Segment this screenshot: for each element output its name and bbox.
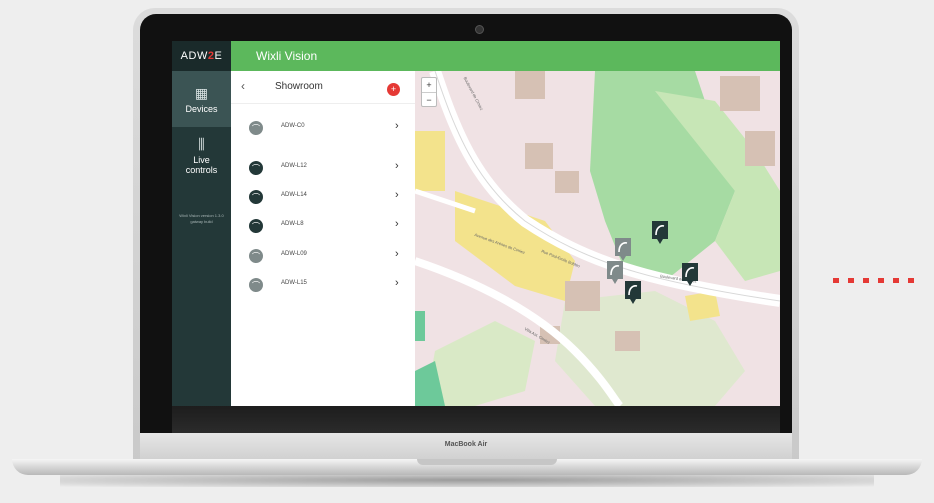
logo-text: ADW [180, 50, 208, 62]
device-name: ADW-L15 [281, 280, 307, 286]
sidebar-item-label: Live controls [185, 154, 218, 175]
device-name: ADW-C0 [281, 123, 305, 129]
device-row[interactable]: ⌒ ADW-L12 › [231, 157, 415, 181]
app-screen: ADW2E ▦ Devices ⫼ Live controls Wixli Vi… [172, 41, 780, 406]
device-row[interactable]: ⌒ ADW-L8 › [231, 215, 415, 239]
camera-icon [475, 25, 484, 34]
add-device-button[interactable]: + [387, 83, 400, 96]
app-header: Wixli Vision [231, 41, 780, 71]
back-button[interactable]: ‹ [241, 79, 245, 93]
map-canvas [415, 71, 780, 406]
chevron-right-icon: › [395, 248, 399, 260]
version-text: Wixli Vision version 1.3.0 gatway build [179, 213, 224, 224]
decorative-dots [833, 270, 933, 283]
zoom-out-button[interactable]: − [422, 93, 436, 107]
laptop-chin: MacBook Air [140, 433, 792, 461]
lamp-marker-icon[interactable] [623, 279, 643, 305]
sidebar: ADW2E ▦ Devices ⫼ Live controls Wixli Vi… [172, 41, 231, 406]
app-title: Wixli Vision [256, 49, 318, 63]
device-row[interactable]: ⌒ ADW-L15 › [231, 274, 415, 298]
sidebar-item-devices[interactable]: ▦ Devices [172, 71, 231, 127]
building-icon: ▦ [194, 84, 209, 101]
taskbar [172, 406, 780, 433]
app-logo: ADW2E [172, 41, 231, 71]
lamp-icon: ⌒ [249, 161, 263, 175]
lamp-marker-icon[interactable] [680, 261, 700, 287]
lamp-icon: ⌒ [249, 190, 263, 204]
chevron-right-icon: › [395, 277, 399, 289]
chevron-right-icon: › [395, 120, 399, 132]
laptop-shadow [60, 473, 874, 487]
map[interactable]: + − Boulevard de Cimiez Avenue des Arène… [415, 71, 780, 406]
device-row[interactable]: ⌒ ADW-L09 › [231, 245, 415, 269]
room-title: Showroom [275, 81, 323, 92]
panel-header: ‹ Showroom + [231, 71, 415, 104]
logo-suffix: E [214, 50, 223, 62]
lamp-marker-icon[interactable] [605, 259, 625, 285]
device-row[interactable]: ⌒ ADW-C0 › [231, 117, 415, 141]
lamp-marker-icon[interactable] [650, 219, 670, 245]
lamp-icon: ⌒ [249, 121, 263, 135]
zoom-control: + − [421, 77, 437, 107]
chevron-right-icon: › [395, 189, 399, 201]
laptop-base [12, 459, 922, 475]
lamp-icon: ⌒ [249, 219, 263, 233]
device-name: ADW-L12 [281, 163, 307, 169]
sliders-icon: ⫼ [198, 135, 205, 152]
sidebar-item-label: Devices [185, 103, 218, 114]
device-row[interactable]: ⌒ ADW-L14 › [231, 186, 415, 210]
chevron-right-icon: › [395, 160, 399, 172]
zoom-in-button[interactable]: + [422, 78, 436, 93]
sidebar-item-live-controls[interactable]: ⫼ Live controls [172, 127, 231, 183]
device-panel: ‹ Showroom + ⌒ ADW-C0 › ⌒ ADW-L12 › ⌒ ADW-L14 › ⌒… [231, 71, 416, 406]
device-name: ADW-L14 [281, 192, 307, 198]
lamp-icon: ⌒ [249, 249, 263, 263]
device-name: ADW-L09 [281, 251, 307, 257]
laptop-notch [417, 459, 557, 465]
device-name: ADW-L8 [281, 221, 304, 227]
laptop-brand: MacBook Air [444, 441, 488, 448]
lamp-icon: ⌒ [249, 278, 263, 292]
chevron-right-icon: › [395, 218, 399, 230]
